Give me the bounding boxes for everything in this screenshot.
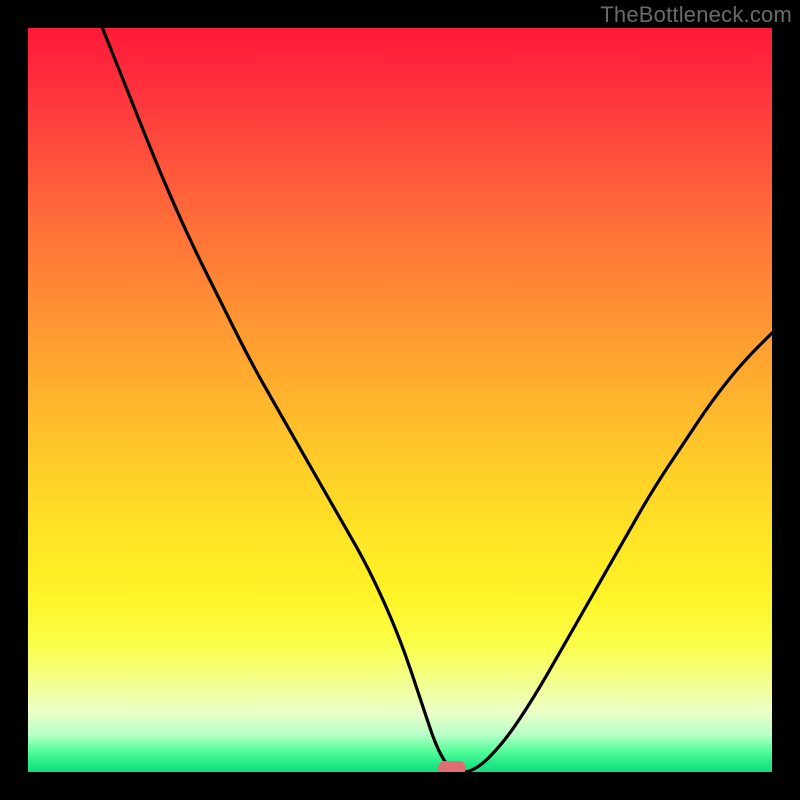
chart-frame: TheBottleneck.com bbox=[0, 0, 800, 800]
plot-area bbox=[28, 28, 772, 772]
curve-line bbox=[102, 28, 772, 772]
watermark-text: TheBottleneck.com bbox=[600, 2, 792, 28]
bottleneck-curve bbox=[28, 28, 772, 772]
optimum-marker bbox=[438, 761, 466, 772]
